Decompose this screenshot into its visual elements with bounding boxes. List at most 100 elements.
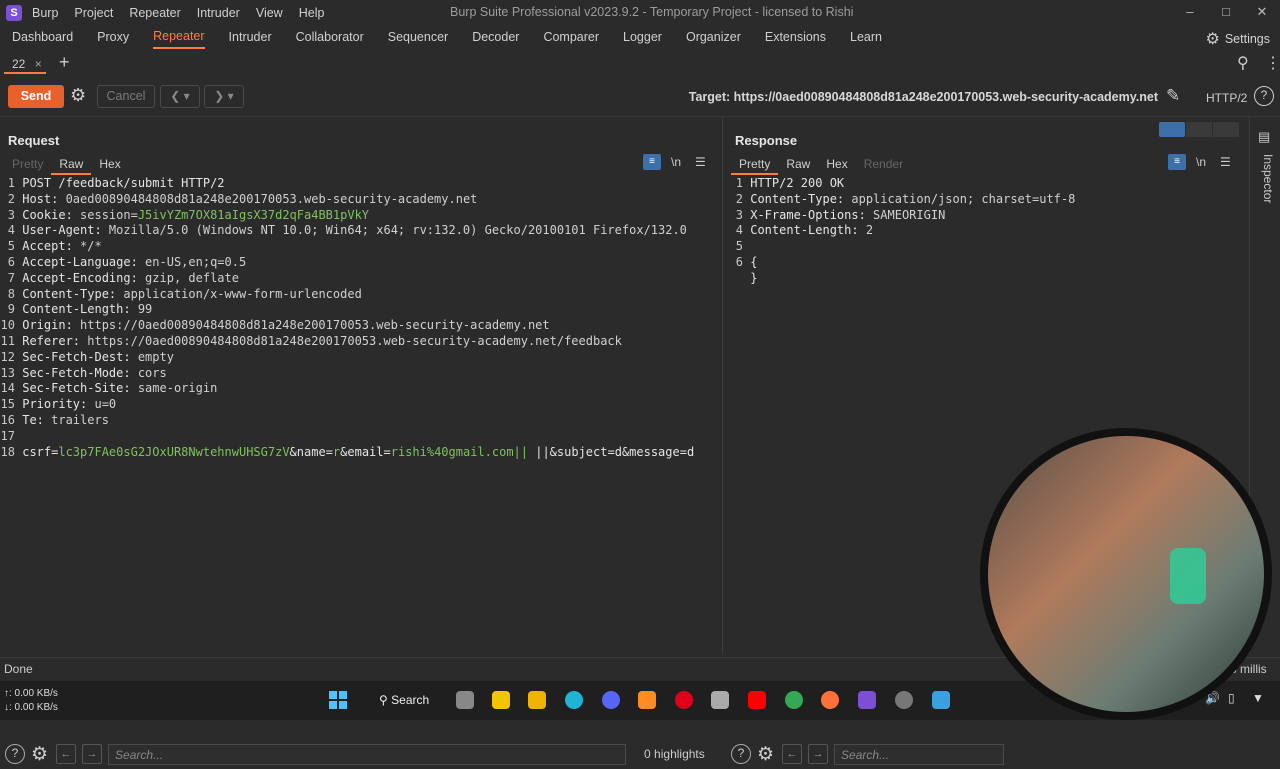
close-icon[interactable]: ✕ — [1244, 0, 1280, 25]
file-explorer-icon[interactable] — [528, 691, 546, 709]
minimize-icon[interactable]: – — [1172, 0, 1208, 25]
tab-organizer[interactable]: Organizer — [686, 26, 741, 48]
code-line: 8 Content-Type: application/x-www-form-u… — [0, 287, 694, 303]
menu-project[interactable]: Project — [74, 6, 113, 20]
layout-single-icon[interactable] — [1213, 122, 1239, 137]
youtube-icon[interactable] — [748, 691, 766, 709]
tab-close-icon[interactable]: × — [35, 57, 42, 71]
line-number: 4 — [735, 223, 743, 238]
prev-match-icon[interactable]: ← — [56, 744, 77, 764]
search-icon[interactable]: ⚲ — [1237, 53, 1249, 73]
tab-logger[interactable]: Logger — [623, 26, 662, 48]
response-tab-render[interactable]: Render — [856, 157, 911, 175]
more-icon[interactable]: ⋮ — [1265, 53, 1280, 73]
tab-decoder[interactable]: Decoder — [472, 26, 519, 48]
settings-gear-icon[interactable]: ⚙ — [70, 85, 86, 106]
body-line: 18 csrf=lc3p7FAe0sG2JOxUR8NwtehnwUHSG7zV… — [0, 444, 695, 461]
back-button[interactable]: ❮ ▾ — [160, 85, 200, 108]
request-tab-raw[interactable]: Raw — [51, 157, 92, 175]
next-match-icon[interactable]: → — [808, 744, 829, 764]
tab-collaborator[interactable]: Collaborator — [296, 26, 364, 48]
code-line: 2 Host: 0aed00890484808d81a248e200170053… — [0, 192, 694, 208]
tab-sequencer[interactable]: Sequencer — [388, 26, 448, 48]
cancel-button[interactable]: Cancel — [97, 85, 155, 108]
http-version[interactable]: HTTP/2 — [1206, 91, 1247, 105]
add-tab-icon[interactable]: + — [59, 52, 70, 73]
notepad-icon[interactable] — [932, 691, 950, 709]
settings-button[interactable]: ⚙ Settings — [1205, 29, 1270, 49]
send-button[interactable]: Send — [8, 85, 64, 108]
request-tab-hex[interactable]: Hex — [91, 157, 128, 175]
newline-toggle[interactable]: \n — [1196, 155, 1206, 169]
request-search-input[interactable]: Search... — [108, 743, 627, 765]
line-number: 3 — [735, 207, 743, 222]
code-line: 3 X-Frame-Options: SAMEORIGIN — [725, 208, 1075, 224]
response-editor[interactable]: 1 HTTP/2 200 OK 2 Content-Type: applicati… — [725, 176, 1076, 287]
layout-stack-icon[interactable] — [1186, 122, 1212, 137]
edit-target-icon[interactable]: ✎ — [1166, 86, 1180, 106]
opera-icon[interactable] — [675, 691, 693, 709]
next-match-icon[interactable]: → — [82, 744, 103, 764]
response-tab-pretty[interactable]: Pretty — [731, 157, 779, 175]
menu-icon[interactable]: ☰ — [695, 155, 706, 169]
code-line: 1 HTTP/2 200 OK — [725, 176, 1075, 192]
tab-repeater[interactable]: Repeater — [153, 25, 205, 49]
notification-icon[interactable]: ▼ — [1252, 691, 1264, 705]
taskbar-search[interactable]: ⚲ Search — [365, 688, 435, 713]
menu-burp[interactable]: Burp — [32, 6, 58, 20]
menu-intruder[interactable]: Intruder — [197, 6, 240, 20]
burp-taskbar-icon[interactable] — [858, 691, 876, 709]
request-editor[interactable]: 1 POST /feedback/submit HTTP/2 2 Host: 0a… — [0, 176, 695, 461]
menu-view[interactable]: View — [256, 6, 283, 20]
line-number: 5 — [735, 239, 743, 254]
menu-help[interactable]: Help — [299, 6, 325, 20]
menu-icon[interactable]: ☰ — [1220, 155, 1231, 169]
maximize-icon[interactable]: □ — [1208, 0, 1244, 25]
settings-taskbar-icon[interactable] — [895, 691, 913, 709]
layout-side-icon[interactable] — [1159, 122, 1185, 137]
word-wrap-icon[interactable]: ≡ — [643, 154, 661, 170]
help-icon[interactable]: ? — [1254, 86, 1274, 106]
response-tab-raw[interactable]: Raw — [778, 157, 818, 175]
menu-repeater[interactable]: Repeater — [129, 6, 180, 20]
header-value: Mozilla/5.0 (Windows NT 10.0; Win64; x64… — [101, 223, 687, 238]
tab-comparer[interactable]: Comparer — [543, 26, 599, 48]
line-number: 3 — [7, 207, 15, 222]
gear-icon[interactable]: ⚙ — [31, 743, 48, 766]
header-key: Cookie: — [15, 207, 73, 222]
tab-intruder[interactable]: Intruder — [229, 26, 272, 48]
sticky-notes-icon[interactable] — [492, 691, 510, 709]
firefox-icon[interactable] — [821, 691, 839, 709]
response-tab-hex[interactable]: Hex — [818, 157, 855, 175]
canva-icon[interactable] — [565, 691, 583, 709]
windows-start-icon[interactable] — [329, 691, 347, 709]
line-number: 1 — [7, 176, 15, 190]
battery-icon[interactable]: ▯ — [1228, 691, 1235, 705]
task-view-icon[interactable] — [456, 691, 474, 709]
code-line: 13 Sec-Fetch-Mode: cors — [0, 366, 694, 382]
discord-icon[interactable] — [602, 691, 620, 709]
webcam-overlay — [980, 428, 1272, 720]
help-icon[interactable]: ? — [5, 744, 25, 764]
target-url[interactable]: Target: https://0aed00890484808d81a248e2… — [689, 90, 1158, 104]
tab-learn[interactable]: Learn — [850, 26, 882, 48]
tab-dashboard[interactable]: Dashboard — [12, 26, 73, 48]
response-search-input[interactable]: Search... — [834, 743, 1005, 765]
wifi-tool-icon[interactable] — [711, 691, 729, 709]
gear-icon[interactable]: ⚙ — [757, 743, 774, 766]
tab-extensions[interactable]: Extensions — [765, 26, 826, 48]
prev-match-icon[interactable]: ← — [782, 744, 803, 764]
param-key: &email= — [340, 444, 391, 459]
word-wrap-icon[interactable]: ≡ — [1168, 154, 1186, 170]
line-number: 5 — [7, 239, 15, 254]
chrome-icon[interactable] — [785, 691, 803, 709]
tab-proxy[interactable]: Proxy — [97, 26, 129, 48]
sublime-icon[interactable] — [638, 691, 656, 709]
help-icon[interactable]: ? — [731, 744, 751, 764]
repeater-tab-22[interactable]: 22 × — [4, 54, 46, 74]
code-line: 1 POST /feedback/submit HTTP/2 — [0, 176, 694, 192]
line-number: 6 — [735, 254, 743, 269]
request-tab-pretty[interactable]: Pretty — [4, 157, 51, 175]
forward-button[interactable]: ❯ ▾ — [204, 85, 244, 108]
newline-toggle[interactable]: \n — [671, 155, 681, 169]
